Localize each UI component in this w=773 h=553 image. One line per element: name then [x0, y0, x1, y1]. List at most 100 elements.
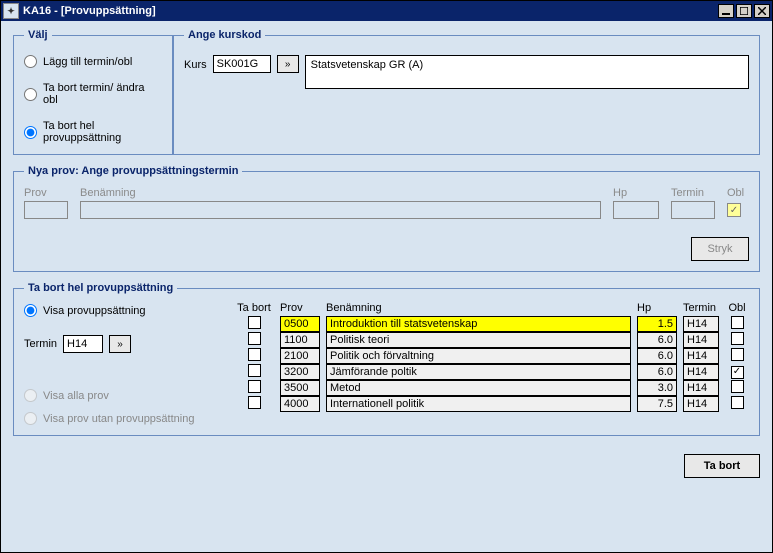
radio-remove-all-label: Ta bort hel provuppsättning	[43, 120, 162, 144]
radio-visa-alla[interactable]: Visa alla prov	[24, 389, 224, 402]
radio-remove-termin-label: Ta bort termin/ ändra obl	[43, 82, 162, 106]
grid-header-tabort: Ta bort	[234, 302, 274, 314]
chevron-right-icon: »	[285, 59, 291, 70]
radio-visa-provuppsattning[interactable]: Visa provuppsättning	[24, 304, 224, 317]
cell-prov: 2100	[280, 348, 320, 364]
radio-visa-utan[interactable]: Visa prov utan provuppsättning	[24, 412, 224, 425]
tabort-checkbox[interactable]	[248, 396, 261, 409]
ny-benamning-input	[80, 201, 601, 219]
kurs-code-input[interactable]	[213, 55, 271, 73]
radio-visa-alla-input[interactable]	[24, 389, 37, 402]
tabort-checkbox[interactable]	[248, 332, 261, 345]
cell-benamning: Introduktion till statsvetenskap	[326, 316, 631, 332]
table-row: 4000 Internationell politik 7.5 H14	[234, 396, 749, 412]
obl-checkbox[interactable]	[731, 380, 744, 393]
fieldset-nya-prov: Nya prov: Ange provuppsättningstermin Pr…	[13, 165, 760, 272]
cell-prov: 3200	[280, 364, 320, 380]
tabort-checkbox[interactable]	[248, 380, 261, 393]
radio-visa-utan-input[interactable]	[24, 412, 37, 425]
legend-ta-bort: Ta bort hel provuppsättning	[24, 282, 177, 294]
table-row: 0500Introduktion till statsvetenskap1.5H…	[234, 316, 749, 332]
stryk-button[interactable]: Stryk	[691, 237, 749, 261]
obl-checkbox[interactable]	[731, 396, 744, 409]
radio-remove-termin-input[interactable]	[24, 88, 37, 101]
maximize-button[interactable]	[736, 4, 752, 18]
grid-body: 0500Introduktion till statsvetenskap1.5H…	[234, 316, 749, 412]
minimize-button[interactable]	[718, 4, 734, 18]
cell-benamning: Politisk teori	[326, 332, 631, 348]
cell-termin: H14	[683, 396, 719, 412]
radio-remove-all-input[interactable]	[24, 126, 37, 139]
app-window: ✦ KA16 - [Provuppsättning] Välj Lägg til…	[0, 0, 773, 553]
titlebar: ✦ KA16 - [Provuppsättning]	[1, 1, 772, 21]
radio-add-termin-label: Lägg till termin/obl	[43, 56, 132, 68]
obl-checkbox[interactable]	[731, 316, 744, 329]
header-obl: Obl	[727, 187, 749, 199]
close-button[interactable]	[754, 4, 770, 18]
table-row: 2100Politik och förvaltning6.0H14	[234, 348, 749, 364]
obl-checkbox[interactable]	[731, 366, 744, 379]
header-hp: Hp	[613, 187, 659, 199]
cell-prov: 0500	[280, 316, 320, 332]
cell-prov: 3500	[280, 380, 320, 396]
radio-visa-alla-label: Visa alla prov	[43, 390, 109, 402]
window-title: KA16 - [Provuppsättning]	[23, 5, 156, 17]
radio-visa-label: Visa provuppsättning	[43, 305, 146, 317]
header-benamning: Benämning	[80, 187, 601, 199]
footer: Ta bort	[1, 454, 772, 488]
table-row: 3200 Jämförande poltik 6.0 H14	[234, 364, 749, 380]
cell-hp: 6.0	[637, 364, 677, 380]
tabort-checkbox[interactable]	[248, 364, 261, 377]
legend-valj: Välj	[24, 29, 52, 41]
cell-hp: 7.5	[637, 396, 677, 412]
cell-benamning: Politik och förvaltning	[326, 348, 631, 364]
chevron-right-icon: »	[117, 339, 123, 350]
grid-header-prov: Prov	[280, 302, 320, 314]
kurs-description: Statsvetenskap GR (A)	[305, 55, 749, 89]
radio-add-termin[interactable]: Lägg till termin/obl	[24, 55, 162, 68]
grid-header-hp: Hp	[637, 302, 677, 314]
ny-termin-input	[671, 201, 715, 219]
cell-hp: 6.0	[637, 332, 677, 348]
radio-remove-termin[interactable]: Ta bort termin/ ändra obl	[24, 82, 162, 106]
cell-benamning: Metod	[326, 380, 631, 396]
ny-prov-input	[24, 201, 68, 219]
minimize-icon	[722, 7, 730, 15]
termin-go-button[interactable]: »	[109, 335, 131, 353]
header-prov: Prov	[24, 187, 68, 199]
cell-termin: H14	[683, 380, 719, 396]
termin-label: Termin	[24, 338, 57, 350]
obl-checkbox[interactable]	[731, 332, 744, 345]
radio-visa-input[interactable]	[24, 304, 37, 317]
cell-hp: 3.0	[637, 380, 677, 396]
grid-header-termin: Termin	[683, 302, 719, 314]
ta-bort-button[interactable]: Ta bort	[684, 454, 760, 478]
grid-header-obl: Obl	[725, 302, 749, 314]
radio-add-termin-input[interactable]	[24, 55, 37, 68]
radio-remove-all[interactable]: Ta bort hel provuppsättning	[24, 120, 162, 144]
cell-termin: H14	[683, 316, 719, 332]
table-row: 3500 Metod 3.0 H14	[234, 380, 749, 396]
termin-input[interactable]	[63, 335, 103, 353]
close-icon	[758, 7, 766, 15]
fieldset-ta-bort: Ta bort hel provuppsättning Visa provupp…	[13, 282, 760, 436]
fieldset-valj: Välj Lägg till termin/obl Ta bort termin…	[13, 29, 173, 155]
cell-prov: 4000	[280, 396, 320, 412]
cell-termin: H14	[683, 332, 719, 348]
cell-benamning: Internationell politik	[326, 396, 631, 412]
header-termin: Termin	[671, 187, 715, 199]
tabort-checkbox[interactable]	[248, 316, 261, 329]
cell-termin: H14	[683, 364, 719, 380]
ny-hp-input	[613, 201, 659, 219]
cell-prov: 1100	[280, 332, 320, 348]
legend-nya-prov: Nya prov: Ange provuppsättningstermin	[24, 165, 242, 177]
kurs-go-button[interactable]: »	[277, 55, 299, 73]
obl-checkbox[interactable]	[731, 348, 744, 361]
radio-visa-utan-label: Visa prov utan provuppsättning	[43, 413, 194, 425]
app-icon: ✦	[3, 3, 19, 19]
kurs-label: Kurs	[184, 55, 207, 71]
ny-obl-checkbox: ✓	[727, 203, 741, 217]
cell-benamning: Jämförande poltik	[326, 364, 631, 380]
cell-termin: H14	[683, 348, 719, 364]
tabort-checkbox[interactable]	[248, 348, 261, 361]
